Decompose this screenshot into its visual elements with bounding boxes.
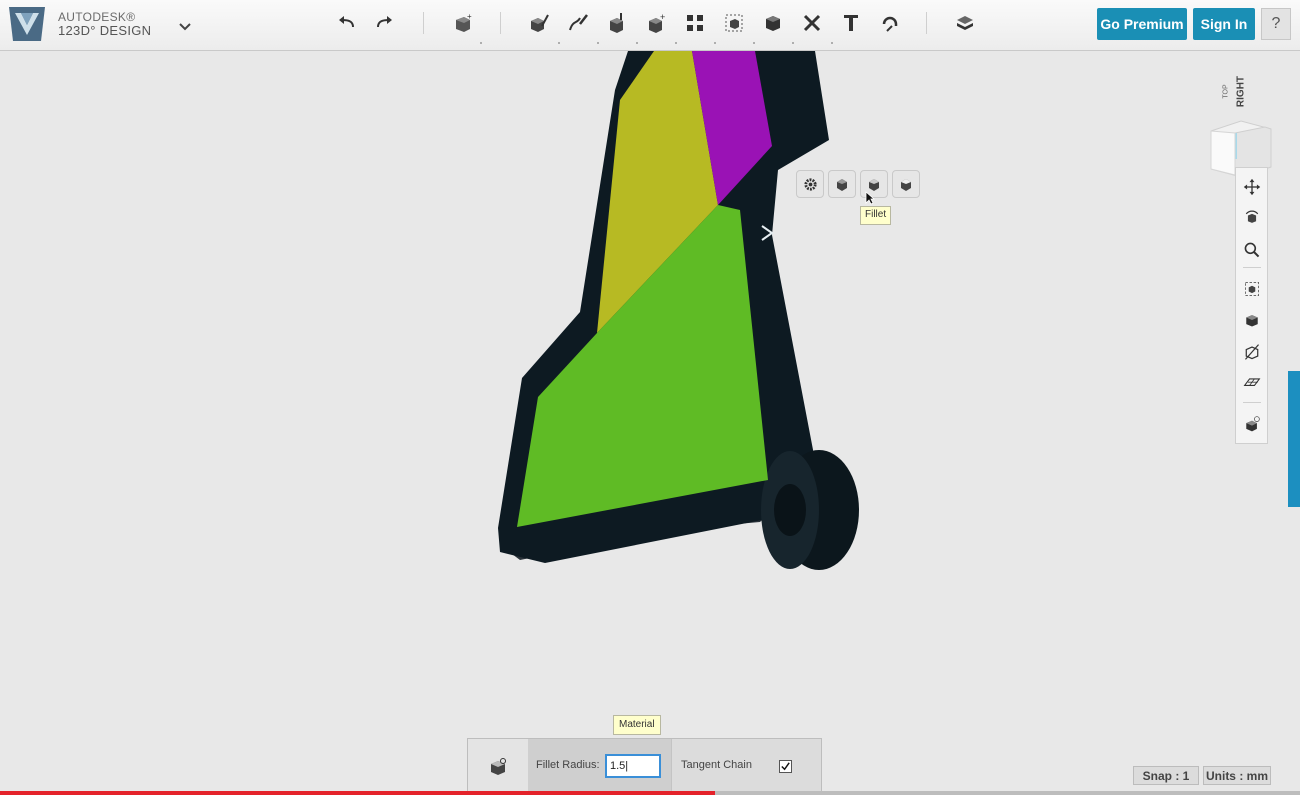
model-part[interactable] (0, 51, 1300, 795)
construct-icon[interactable] (563, 9, 593, 37)
snap-icon[interactable] (875, 9, 905, 37)
3d-viewport[interactable] (0, 51, 1300, 795)
check-icon (781, 762, 790, 771)
pan-icon[interactable] (1241, 176, 1263, 198)
undo-icon[interactable] (332, 9, 362, 37)
tangent-chain-checkbox[interactable] (779, 760, 792, 773)
combine-icon[interactable] (719, 9, 749, 37)
units-setting[interactable]: Units : mm (1203, 766, 1271, 785)
chamfer-icon[interactable] (828, 170, 856, 198)
toolbar-separator (423, 12, 424, 34)
fillet-command-panel: Fillet Radius: Tangent Chain (467, 738, 822, 793)
sign-in-button[interactable]: Sign In (1193, 8, 1255, 40)
view-cube-right-label[interactable]: RIGHT (1236, 72, 1247, 112)
pattern-icon[interactable]: + (641, 9, 671, 37)
help-button[interactable]: ? (1261, 8, 1291, 40)
fillet-command-icon[interactable] (468, 739, 529, 792)
material-tooltip: Material (613, 715, 661, 735)
autodesk-logo (9, 7, 45, 41)
perspective-icon[interactable] (1241, 309, 1263, 331)
zoom-icon[interactable] (1241, 239, 1263, 261)
brand-product: 123D° DESIGN (58, 23, 152, 38)
grid-icon[interactable] (1241, 372, 1263, 394)
text-icon[interactable] (836, 9, 866, 37)
fillet-tooltip: Fillet (860, 206, 892, 225)
chevron-down-icon[interactable] (176, 18, 194, 34)
fillet-radius-label: Fillet Radius: (536, 759, 600, 771)
sketch-icon[interactable] (524, 9, 554, 37)
video-progress-bar[interactable] (0, 791, 1300, 795)
go-premium-button[interactable]: Go Premium (1097, 8, 1187, 40)
measure-icon[interactable] (758, 9, 788, 37)
shell-icon[interactable] (892, 170, 920, 198)
toolbar-separator (500, 12, 501, 34)
visibility-icon[interactable] (1241, 341, 1263, 363)
top-toolbar: AUTODESK® 123D° DESIGN + + Go Premium Si… (0, 0, 1300, 51)
redo-icon[interactable] (369, 9, 399, 37)
mouse-cursor-icon (865, 191, 875, 205)
material-icon[interactable] (950, 9, 980, 37)
fillet-radius-section: Fillet Radius: (528, 739, 672, 792)
fit-view-icon[interactable] (1241, 278, 1263, 300)
svg-text:+: + (660, 12, 665, 22)
side-panel-toggle[interactable] (1288, 371, 1300, 507)
material-view-icon[interactable] (1241, 413, 1263, 435)
svg-text:+: + (467, 12, 472, 21)
fillet-radius-input[interactable] (605, 754, 661, 778)
delete-icon[interactable] (797, 9, 827, 37)
orbit-icon[interactable] (1241, 207, 1263, 229)
view-cube-top-label[interactable]: TOP (1223, 80, 1230, 104)
primitives-icon[interactable]: + (448, 9, 478, 37)
snap-setting[interactable]: Snap : 1 (1133, 766, 1199, 785)
navigation-bar (1235, 167, 1268, 444)
tangent-chain-label: Tangent Chain (681, 759, 752, 771)
grouping-icon[interactable] (680, 9, 710, 37)
toolbar-separator (926, 12, 927, 34)
brand-company: AUTODESK® (58, 10, 136, 24)
video-progress-fill (0, 791, 715, 795)
modify-icon[interactable] (602, 9, 632, 37)
gear-icon[interactable] (796, 170, 824, 198)
